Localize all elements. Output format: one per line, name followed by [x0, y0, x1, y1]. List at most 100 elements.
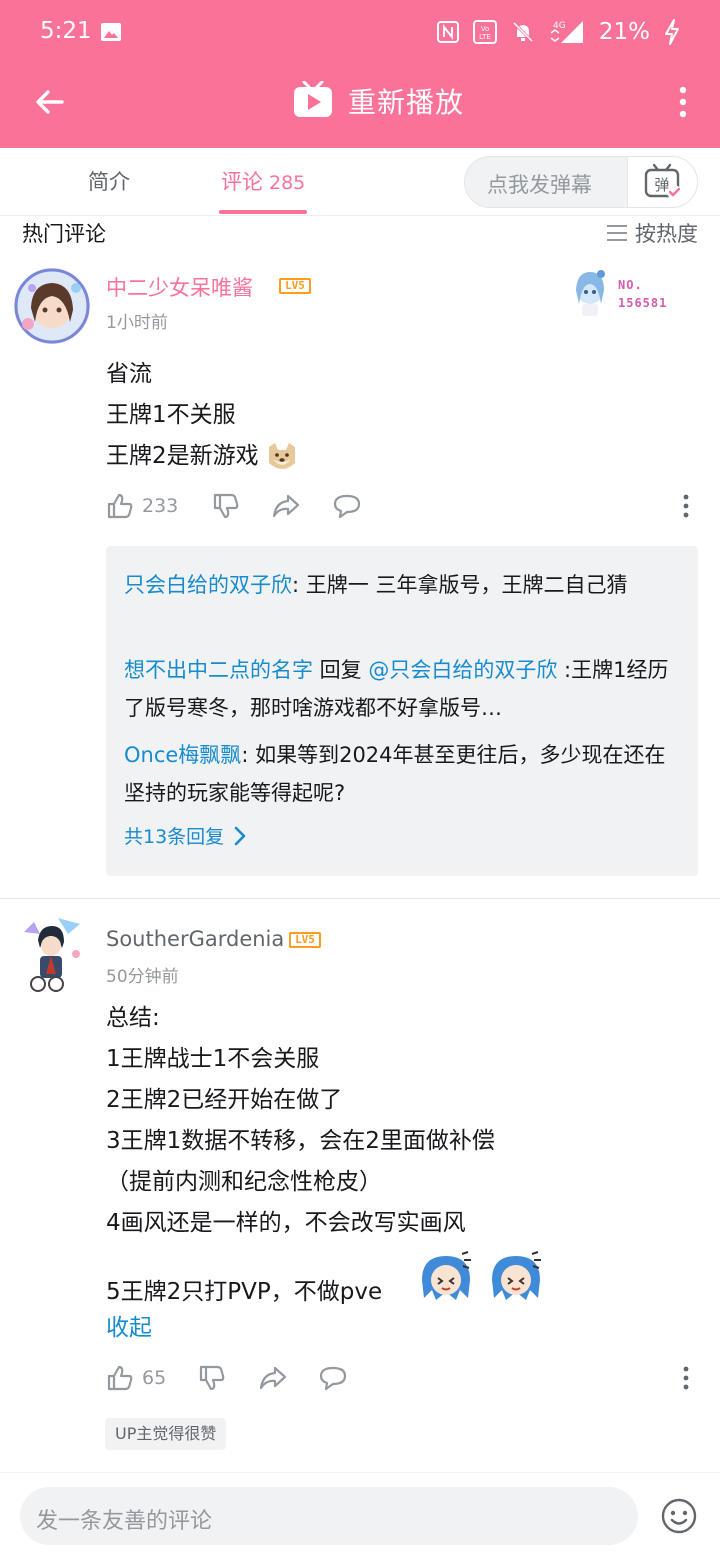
reply-text: 王牌一 三年拿版号，王牌二自己猜: [305, 573, 628, 597]
danmaku-placeholder: 点我发弹幕: [487, 173, 592, 197]
avatar-image: [14, 268, 90, 344]
comment-line: （提前内测和纪念性枪皮）: [106, 1169, 382, 1195]
comment-input-placeholder: 发一条友善的评论: [36, 1509, 213, 1534]
more-options-button[interactable]: [668, 80, 698, 124]
comment-input[interactable]: 发一条友善的评论: [20, 1487, 638, 1545]
fan-number-badge: NO. 156581: [568, 264, 678, 318]
status-bar: 5:21 Vo LTE 4G 21%: [0, 0, 720, 64]
thumbs-up-icon: [107, 493, 133, 519]
comment-bubble-icon: [333, 494, 361, 519]
reply-item[interactable]: 想不出中二点的名字 回复 @只会白给的双子欣 :王牌1经历了版号寒冬，那时啥游戏…: [124, 651, 684, 727]
reply-separator: :: [241, 743, 256, 767]
arrow-left-icon: [36, 90, 64, 114]
thumbs-down-icon: [199, 1365, 225, 1391]
reply-button[interactable]: [332, 488, 362, 524]
thumbs-down-icon: [213, 493, 239, 519]
reply-separator: :: [292, 573, 306, 597]
reply-mention[interactable]: @只会白给的双子欣: [368, 658, 557, 682]
like-button[interactable]: 233: [106, 488, 178, 524]
comment-more-button[interactable]: [676, 1360, 696, 1396]
comment-username[interactable]: 中二少女呆唯酱: [106, 272, 253, 302]
mute-bell-icon: [511, 20, 535, 44]
comment-line: 2王牌2已经开始在做了: [106, 1087, 343, 1113]
dislike-button[interactable]: [198, 1360, 226, 1396]
status-icons: Vo LTE 4G 21%: [436, 16, 680, 48]
danmaku-toggle-button[interactable]: 弹: [627, 157, 697, 207]
comment-actions: 65: [106, 1360, 696, 1396]
view-all-replies-link[interactable]: 共13条回复: [124, 822, 246, 849]
more-vertical-icon: [679, 86, 687, 118]
comment-bubble-icon: [319, 1366, 347, 1391]
like-button[interactable]: 65: [106, 1360, 166, 1396]
comment-line: 3王牌1数据不转移，会在2里面做补偿: [106, 1128, 495, 1154]
reply-preview-box[interactable]: 只会白给的双子欣: 王牌一 三年拿版号，王牌二自己猜 想不出中二点的名字 回复 …: [106, 546, 698, 876]
comment-username[interactable]: SoutherGardenia: [106, 927, 284, 951]
image-notification-icon: [101, 23, 121, 41]
share-button[interactable]: [271, 488, 301, 524]
sort-button[interactable]: 按热度: [607, 218, 698, 248]
nfc-icon: [436, 21, 459, 43]
replay-button[interactable]: 重新播放: [292, 78, 464, 124]
volte-icon: Vo LTE: [472, 20, 497, 44]
avatar[interactable]: [14, 268, 90, 344]
view-all-replies-label: 共13条回复: [124, 826, 225, 848]
reply-label: 回复: [313, 658, 369, 682]
tab-comments-label: 评论: [221, 170, 263, 194]
signal-4g-icon: 4G: [549, 19, 585, 45]
reply-username[interactable]: 只会白给的双子欣: [124, 573, 292, 597]
avatar[interactable]: [18, 914, 86, 994]
comment-line: 5王牌2只打PVP，不做pve: [106, 1279, 383, 1305]
blue-hair-girl-sticker-icon: [422, 1251, 471, 1300]
tab-bar: 简介 评论 285 点我发弹幕 弹: [0, 148, 720, 216]
thumbs-up-icon: [107, 1365, 133, 1391]
share-icon: [272, 494, 300, 518]
svg-text:Vo: Vo: [481, 25, 490, 33]
tab-comments[interactable]: 评论 285: [221, 166, 305, 196]
chevron-right-icon: [234, 826, 246, 845]
charging-icon: [664, 19, 680, 45]
like-count: 65: [142, 1367, 167, 1389]
comment-line: 王牌2是新游戏: [106, 443, 259, 469]
comments-page: 5:21 Vo LTE 4G 21% 重新播放 简介 评论 285 点我发弹幕 …: [0, 0, 720, 1560]
tab-intro[interactable]: 简介: [88, 166, 130, 196]
comment-body: 省流 王牌1不关服 王牌2是新游戏: [106, 354, 299, 477]
comment-line: 省流: [106, 361, 152, 387]
back-button[interactable]: [28, 80, 72, 124]
doge-emoji-icon: [268, 442, 295, 469]
reply-item[interactable]: Once梅飘飘: 如果等到2024年甚至更往后，多少现在还在坚持的玩家能等得起呢…: [124, 736, 684, 812]
comment-time: 50分钟前: [106, 967, 179, 987]
comment-actions: 233: [106, 488, 696, 524]
status-time: 5:21: [40, 18, 92, 44]
blue-hair-girl-sticker-icon: [492, 1251, 541, 1300]
sort-label: 按热度: [635, 222, 698, 246]
up-liked-badge: UP主觉得很赞: [105, 1418, 227, 1450]
sort-list-icon: [607, 225, 627, 241]
more-vertical-icon: [683, 1366, 689, 1390]
reply-button[interactable]: [318, 1360, 348, 1396]
fan-number: 156581: [618, 296, 668, 310]
reply-username[interactable]: 想不出中二点的名字: [124, 658, 313, 682]
comment-line: 4画风还是一样的，不会改写实画风: [106, 1210, 466, 1236]
like-count: 233: [142, 495, 179, 517]
hot-comments-title: 热门评论: [22, 222, 106, 246]
share-button[interactable]: [258, 1360, 288, 1396]
collapse-link[interactable]: 收起: [106, 1308, 152, 1342]
more-vertical-icon: [683, 494, 689, 518]
reply-item[interactable]: 只会白给的双子欣: 王牌一 三年拿版号，王牌二自己猜: [124, 566, 684, 604]
level-badge: LV5: [289, 932, 321, 948]
avatar-image: [24, 918, 80, 992]
comment-more-button[interactable]: [676, 488, 696, 524]
replay-label: 重新播放: [348, 86, 465, 119]
emoji-icon[interactable]: [660, 1497, 698, 1535]
comment-line: 1王牌战士1不会关服: [106, 1046, 320, 1072]
danmaku-input[interactable]: 点我发弹幕 弹: [464, 156, 698, 208]
share-icon: [259, 1366, 287, 1390]
comment-count: 285: [269, 172, 306, 194]
reply-username[interactable]: Once梅飘飘: [124, 743, 241, 767]
comment-divider: [0, 898, 720, 899]
dislike-button[interactable]: [212, 488, 240, 524]
hot-comments-header: 热门评论 按热度: [0, 216, 720, 256]
battery-percent: 21%: [598, 19, 650, 45]
comment-time: 1小时前: [106, 313, 168, 333]
tv-play-icon: [294, 81, 332, 117]
